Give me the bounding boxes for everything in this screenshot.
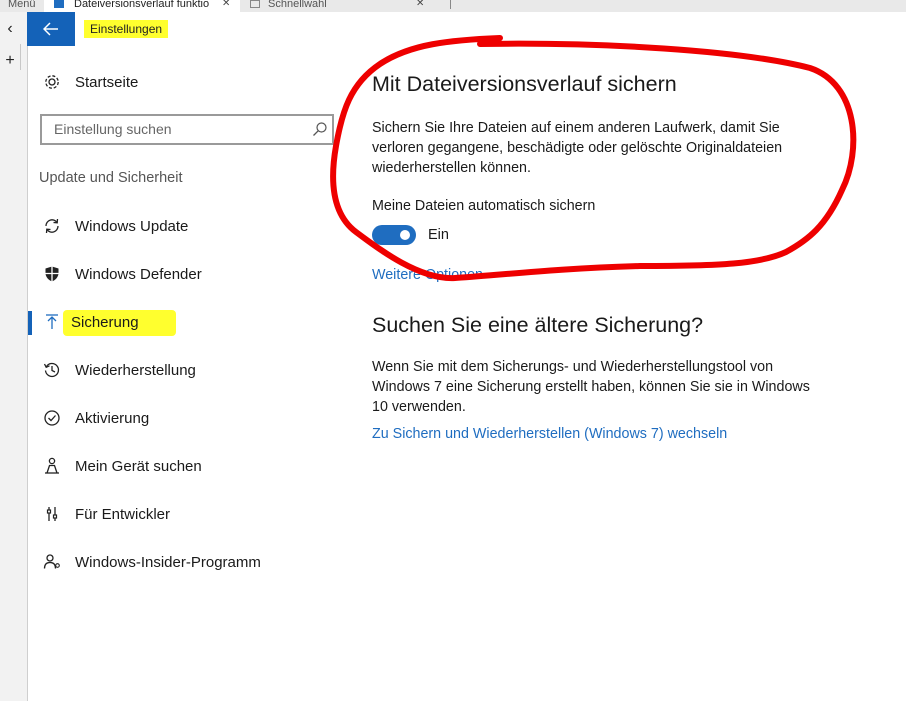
tab-close-icon[interactable]: ✕ [416,0,424,9]
sidebar-item-label: Windows Defender [75,265,202,283]
tab-title: Schnellwahl [268,0,327,10]
arrow-left-icon [43,22,58,36]
backup-heading: Mit Dateiversionsverlauf sichern [372,72,677,96]
divider [20,44,21,70]
history-icon [42,360,62,380]
toggle-knob [400,230,410,240]
auto-backup-label: Meine Dateien automatisch sichern [372,198,596,214]
red-annotation-circle [330,35,857,282]
sidebar-item-label: Sicherung [71,313,139,331]
browser-tab-strip: Menü Dateiversionsverlauf funktio ✕ Schn… [0,0,906,12]
sidebar-item-activation[interactable]: Aktivierung [42,405,149,431]
sidebar-item-home[interactable]: Startseite [42,69,138,95]
developer-tools-icon [42,504,62,524]
sidebar-item-label: Mein Gerät suchen [75,457,202,475]
browser-tab-menu[interactable]: Menü [0,0,42,12]
browser-tab-speeddial[interactable]: Schnellwahl [244,0,414,12]
tab-page-icon [54,0,64,8]
toggle-state-label: Ein [428,227,449,243]
person-location-icon [42,456,62,476]
browser-tab-active[interactable]: Dateiversionsverlauf funktio [44,0,240,12]
windows7-backup-link[interactable]: Zu Sichern und Wiederherstellen (Windows… [372,426,727,442]
settings-search-box[interactable] [40,114,334,145]
sidebar-item-label: Windows-Insider-Programm [75,553,261,571]
backup-arrow-icon [42,312,62,332]
check-circle-icon [42,408,62,428]
tab-close-icon[interactable]: ✕ [222,0,230,9]
sidebar-item-windows-defender[interactable]: Windows Defender [42,261,202,287]
insider-person-icon [42,552,62,572]
browser-side-controls: ‹ + [0,12,28,701]
auto-backup-toggle[interactable] [372,225,416,245]
selected-indicator [28,311,32,335]
sidebar-section-label: Update und Sicherheit [39,170,183,186]
search-icon[interactable] [312,121,328,142]
sidebar-item-label: Aktivierung [75,409,150,427]
sidebar-item-label: Für Entwickler [75,505,171,523]
browser-back-icon[interactable]: ‹ [0,20,20,38]
sidebar-item-find-device[interactable]: Mein Gerät suchen [42,453,202,479]
older-backup-description: Wenn Sie mit dem Sicherungs- und Wiederh… [372,359,810,415]
search-input[interactable] [52,120,306,138]
sidebar-item-insider[interactable]: Windows-Insider-Programm [42,549,261,575]
sidebar-item-backup[interactable]: Sicherung [42,309,139,335]
refresh-icon [42,216,62,236]
tab-title: Dateiversionsverlauf funktio [74,0,210,10]
sidebar-item-recovery[interactable]: Wiederherstellung [42,357,196,383]
sidebar-item-label: Windows Update [75,217,189,235]
gear-icon [42,72,62,92]
tab-separator [450,0,451,9]
sidebar-item-label: Startseite [75,73,139,91]
more-options-link[interactable]: Weitere Optionen [372,267,483,283]
backup-description: Sichern Sie Ihre Dateien auf einem ander… [372,120,783,176]
older-backup-heading: Suchen Sie eine ältere Sicherung? [372,313,704,337]
sidebar-item-windows-update[interactable]: Windows Update [42,213,188,239]
browser-new-tab-icon[interactable]: + [0,52,20,70]
window-title: Einstellungen [84,20,169,38]
sidebar-item-label: Wiederherstellung [75,361,196,379]
tab-title: Menü [8,0,36,10]
sidebar-item-developers[interactable]: Für Entwickler [42,501,170,527]
back-button[interactable] [27,12,75,46]
shield-icon [42,264,62,284]
tab-page-icon [250,0,260,8]
